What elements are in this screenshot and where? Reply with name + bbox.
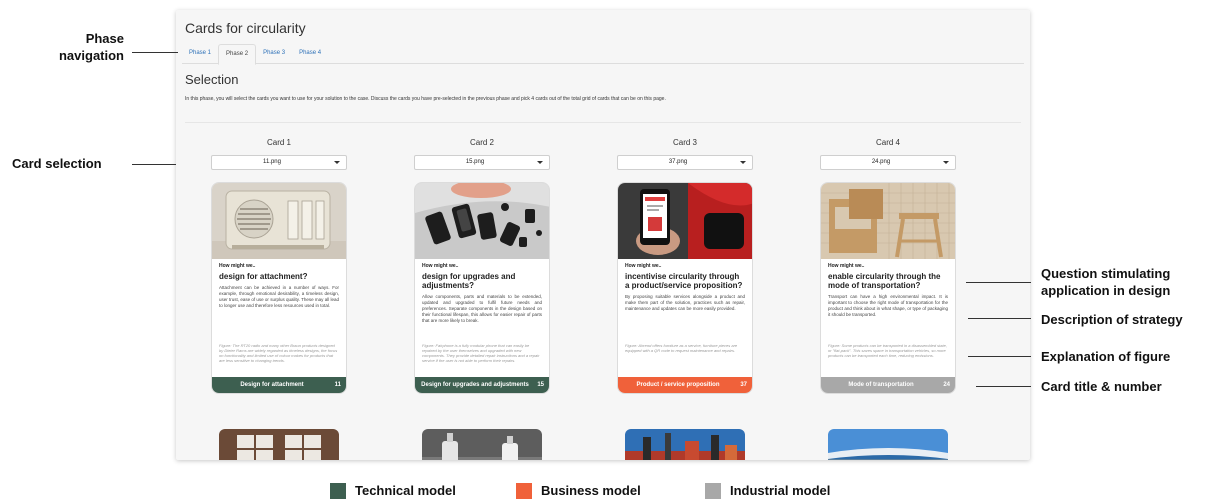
annotation-line	[132, 164, 176, 165]
card-select-value: 37.png	[668, 159, 688, 165]
card-number: 24	[943, 382, 950, 388]
figure-caption: Figure: Some products can be transported…	[828, 343, 947, 358]
legend-swatch-industrial	[705, 483, 721, 499]
legend-swatch-technical	[330, 483, 346, 499]
caret-down-icon	[943, 161, 949, 164]
card-description: Attachment can be achieved in a number o…	[219, 285, 339, 308]
card-2[interactable]: How might we.. design for upgrades and a…	[414, 182, 550, 394]
modular-phone-image	[415, 183, 549, 259]
annotation-line	[132, 52, 178, 53]
annotation-line	[968, 356, 1031, 357]
card-number: 37	[740, 382, 747, 388]
caret-down-icon	[334, 161, 340, 164]
legend-label-industrial: Industrial model	[730, 483, 831, 498]
caret-down-icon	[537, 161, 543, 164]
annotation-line	[966, 282, 1031, 283]
next-card-thumbnail[interactable]	[219, 429, 339, 460]
card-select-1[interactable]: 11.png	[211, 155, 347, 170]
how-might-we-label: How might we..	[422, 263, 459, 269]
legend-label-technical: Technical model	[355, 483, 456, 498]
app-title: Cards for circularity	[185, 20, 306, 36]
card-footer-title: Product / service proposition	[636, 382, 720, 388]
next-card-thumbnail[interactable]	[625, 429, 745, 460]
annotation-title-number: Card title & number	[1041, 379, 1162, 394]
next-card-thumbnail[interactable]	[422, 429, 542, 460]
annotation-description: Description of strategy	[1041, 312, 1183, 327]
flatpack-furniture-image	[821, 183, 955, 259]
card-description: By proposing suitable services alongside…	[625, 294, 745, 311]
phase-tabs: Phase 1 Phase 2 Phase 3 Phase 4	[182, 44, 1024, 65]
card-select-value: 11.png	[263, 159, 281, 165]
annotation-card-selection: Card selection	[12, 156, 102, 171]
card-footer: Mode of transportation 24	[821, 377, 955, 393]
tab-phase-1[interactable]: Phase 1	[182, 44, 218, 64]
card-footer-title: Design for upgrades and adjustments	[421, 382, 529, 388]
app-window: Cards for circularity Phase 1 Phase 2 Ph…	[176, 10, 1030, 460]
card-select-value: 24.png	[871, 159, 891, 165]
how-might-we-label: How might we..	[625, 263, 662, 269]
card-select-3[interactable]: 37.png	[617, 155, 753, 170]
how-might-we-label: How might we..	[219, 263, 256, 269]
tab-phase-2[interactable]: Phase 2	[218, 44, 257, 65]
card-column-title: Card 1	[266, 138, 291, 147]
figure-caption: Figure: Fairphone is a fully modular pho…	[422, 343, 540, 363]
section-title: Selection	[185, 72, 239, 87]
card-footer-title: Mode of transportation	[848, 382, 914, 388]
card-footer-title: Design for attachment	[240, 382, 304, 388]
annotation-figure: Explanation of figure	[1041, 349, 1171, 364]
card-column-title: Card 3	[672, 138, 697, 147]
caret-down-icon	[740, 161, 746, 164]
divider	[185, 122, 1021, 123]
card-description: Allow components, parts and materials to…	[422, 294, 542, 323]
annotation-question: Question stimulating application in desi…	[1041, 266, 1171, 298]
card-select-value: 15.png	[465, 159, 485, 165]
card-3[interactable]: How might we.. incentivise circularity t…	[617, 182, 753, 394]
how-might-we-label: How might we..	[828, 263, 865, 269]
legend-swatch-business	[516, 483, 532, 499]
card-4[interactable]: How might we.. enable circularity throug…	[820, 182, 956, 394]
intro-text: In this phase, you will select the cards…	[185, 96, 666, 102]
card-column-title: Card 4	[875, 138, 900, 147]
card-select-2[interactable]: 15.png	[414, 155, 550, 170]
annotation-line	[968, 318, 1031, 319]
card-footer: Design for attachment 11	[212, 377, 346, 393]
card-footer: Design for upgrades and adjustments 15	[415, 377, 549, 393]
annotation-line	[976, 386, 1031, 387]
card-number: 15	[537, 382, 544, 388]
card-question: design for attachment?	[219, 272, 308, 281]
card-footer: Product / service proposition 37	[618, 377, 752, 393]
next-card-thumbnail[interactable]	[828, 429, 948, 460]
qr-phone-chair-image	[618, 183, 752, 259]
card-question: incentivise circularity through a produc…	[625, 272, 743, 290]
figure-caption: Figure: The RT20 radio and many other Br…	[219, 343, 338, 363]
card-description: Transport can have a high environmental …	[828, 294, 948, 317]
annotation-phase-navigation: Phase navigation	[58, 31, 124, 63]
legend-label-business: Business model	[541, 483, 641, 498]
card-column-title: Card 2	[469, 138, 494, 147]
card-select-4[interactable]: 24.png	[820, 155, 956, 170]
tab-phase-3[interactable]: Phase 3	[256, 44, 292, 64]
card-number: 11	[334, 382, 341, 388]
figure-caption: Figure: Ahrend offers furniture as a ser…	[625, 343, 738, 353]
radio-image	[212, 183, 346, 259]
card-1[interactable]: How might we.. design for attachment? At…	[211, 182, 347, 394]
card-question: design for upgrades and adjustments?	[422, 272, 516, 290]
card-question: enable circularity through the mode of t…	[828, 272, 941, 290]
tab-phase-4[interactable]: Phase 4	[292, 44, 328, 64]
